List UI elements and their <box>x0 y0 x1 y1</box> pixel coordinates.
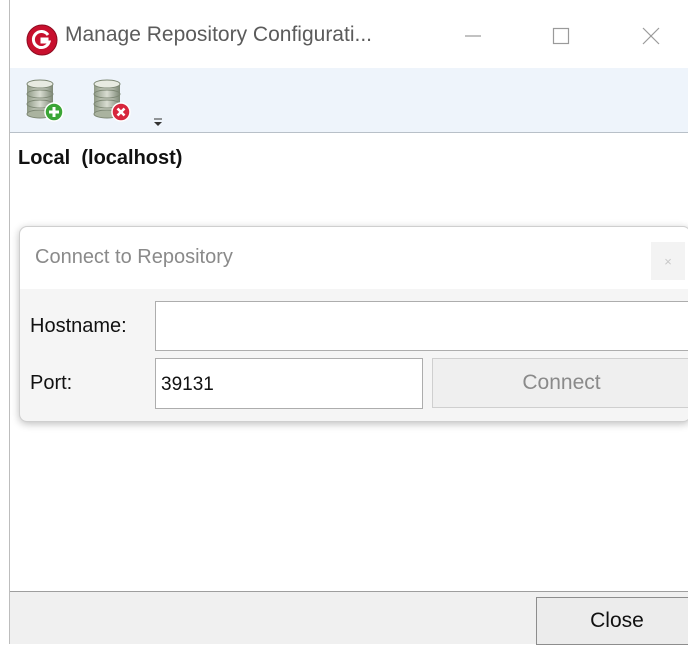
remove-repository-button[interactable] <box>92 78 132 124</box>
database-add-icon <box>26 79 64 122</box>
close-window-button[interactable] <box>628 18 674 54</box>
manage-repository-window: Manage Repository Configurati... Local (… <box>9 0 688 645</box>
close-button[interactable]: Close <box>536 597 688 645</box>
hostname-label: Hostname: <box>30 315 127 337</box>
connect-button[interactable]: Connect <box>432 358 688 408</box>
add-repository-button[interactable] <box>25 78 65 124</box>
window-title: Manage Repository Configurati... <box>65 23 372 46</box>
close-icon <box>642 27 660 45</box>
port-input[interactable] <box>155 358 423 409</box>
repository-item-local[interactable]: Local (localhost) <box>18 147 182 170</box>
app-logo-icon <box>26 24 58 56</box>
title-bar: Manage Repository Configurati... <box>10 0 688 68</box>
panel-close-button[interactable]: × <box>651 242 685 280</box>
port-label: Port: <box>30 372 73 394</box>
hostname-input[interactable] <box>155 301 688 351</box>
repository-list: Local (localhost) Connect to Repository … <box>10 133 688 592</box>
maximize-icon <box>552 27 570 45</box>
panel-header: Connect to Repository × <box>20 227 688 289</box>
toolbar <box>10 68 688 133</box>
overflow-dropdown-icon[interactable] <box>152 116 164 128</box>
connect-to-repository-panel: Connect to Repository × Hostname: Port: … <box>19 226 688 422</box>
panel-title: Connect to Repository <box>35 246 233 268</box>
database-remove-icon <box>93 79 131 122</box>
minimize-button[interactable] <box>450 18 496 54</box>
maximize-button[interactable] <box>538 18 584 54</box>
minimize-icon <box>465 35 481 37</box>
